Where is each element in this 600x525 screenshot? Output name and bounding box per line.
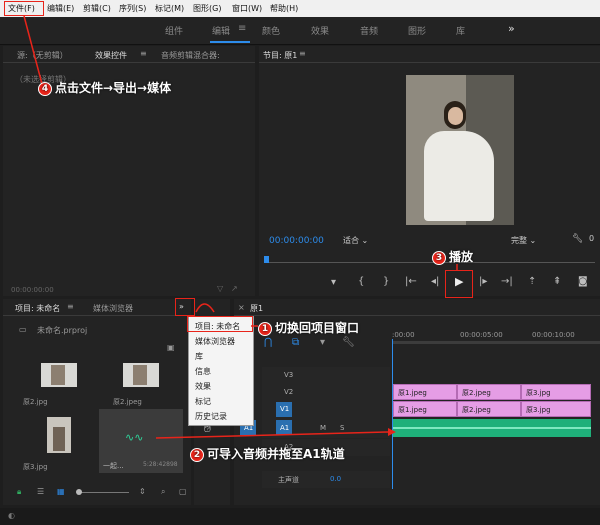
annotation-1-num: 1 (258, 321, 272, 336)
arrow-2 (155, 431, 389, 439)
arrow-1b (195, 303, 215, 313)
annotation-2-text: 可导入音频并拖至A1轨道 (207, 447, 345, 461)
annotation-4-num: 4 (38, 81, 52, 96)
annotation-3-text: 播放 (449, 250, 474, 264)
annotation-2: 2 可导入音频并拖至A1轨道 (190, 445, 345, 462)
annotation-4-text: 点击文件→导出→媒体 (55, 81, 172, 95)
annotation-1-text: 切换回项目窗口 (275, 321, 360, 335)
annotation-1: 1 切换回项目窗口 (258, 319, 359, 336)
annotation-3: 3 播放 (432, 248, 473, 265)
arrow-4 (23, 15, 43, 85)
arrow-2-head (388, 428, 396, 436)
annotation-2-num: 2 (190, 447, 204, 462)
annotation-4: 4 点击文件→导出→媒体 (38, 79, 171, 96)
status-bar: ◐ (0, 508, 600, 525)
annotation-3-num: 3 (432, 250, 446, 265)
status-icon: ◐ (8, 511, 15, 520)
